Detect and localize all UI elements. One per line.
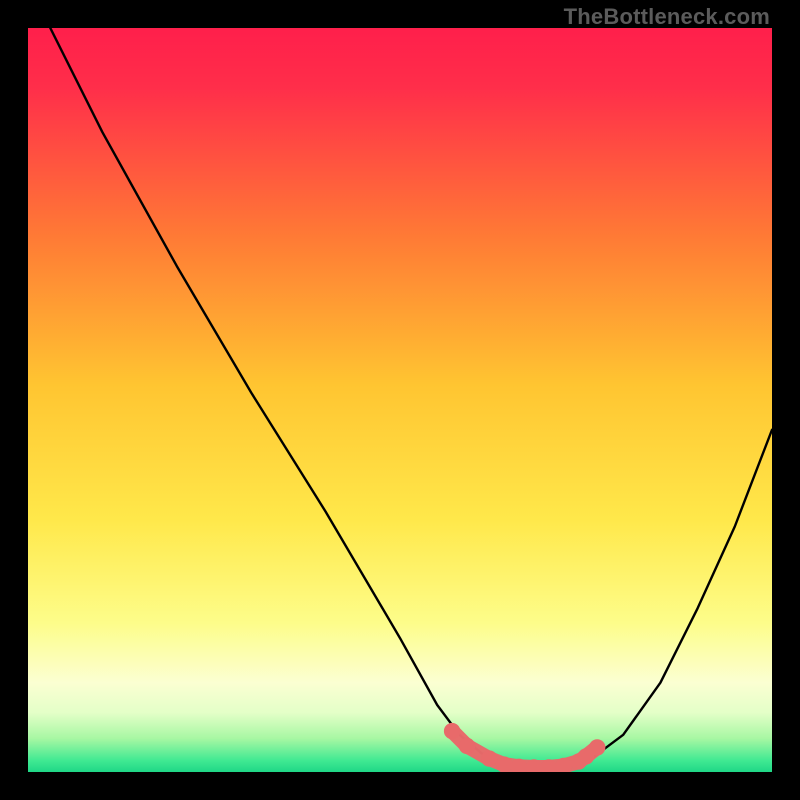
highlight-dot — [444, 723, 460, 739]
highlight-dot — [481, 750, 497, 766]
chart-frame — [28, 28, 772, 772]
gradient-bg — [28, 28, 772, 772]
watermark-text: TheBottleneck.com — [564, 4, 770, 30]
highlight-dot — [589, 739, 605, 755]
chart-svg — [28, 28, 772, 772]
highlight-dot — [459, 738, 475, 754]
